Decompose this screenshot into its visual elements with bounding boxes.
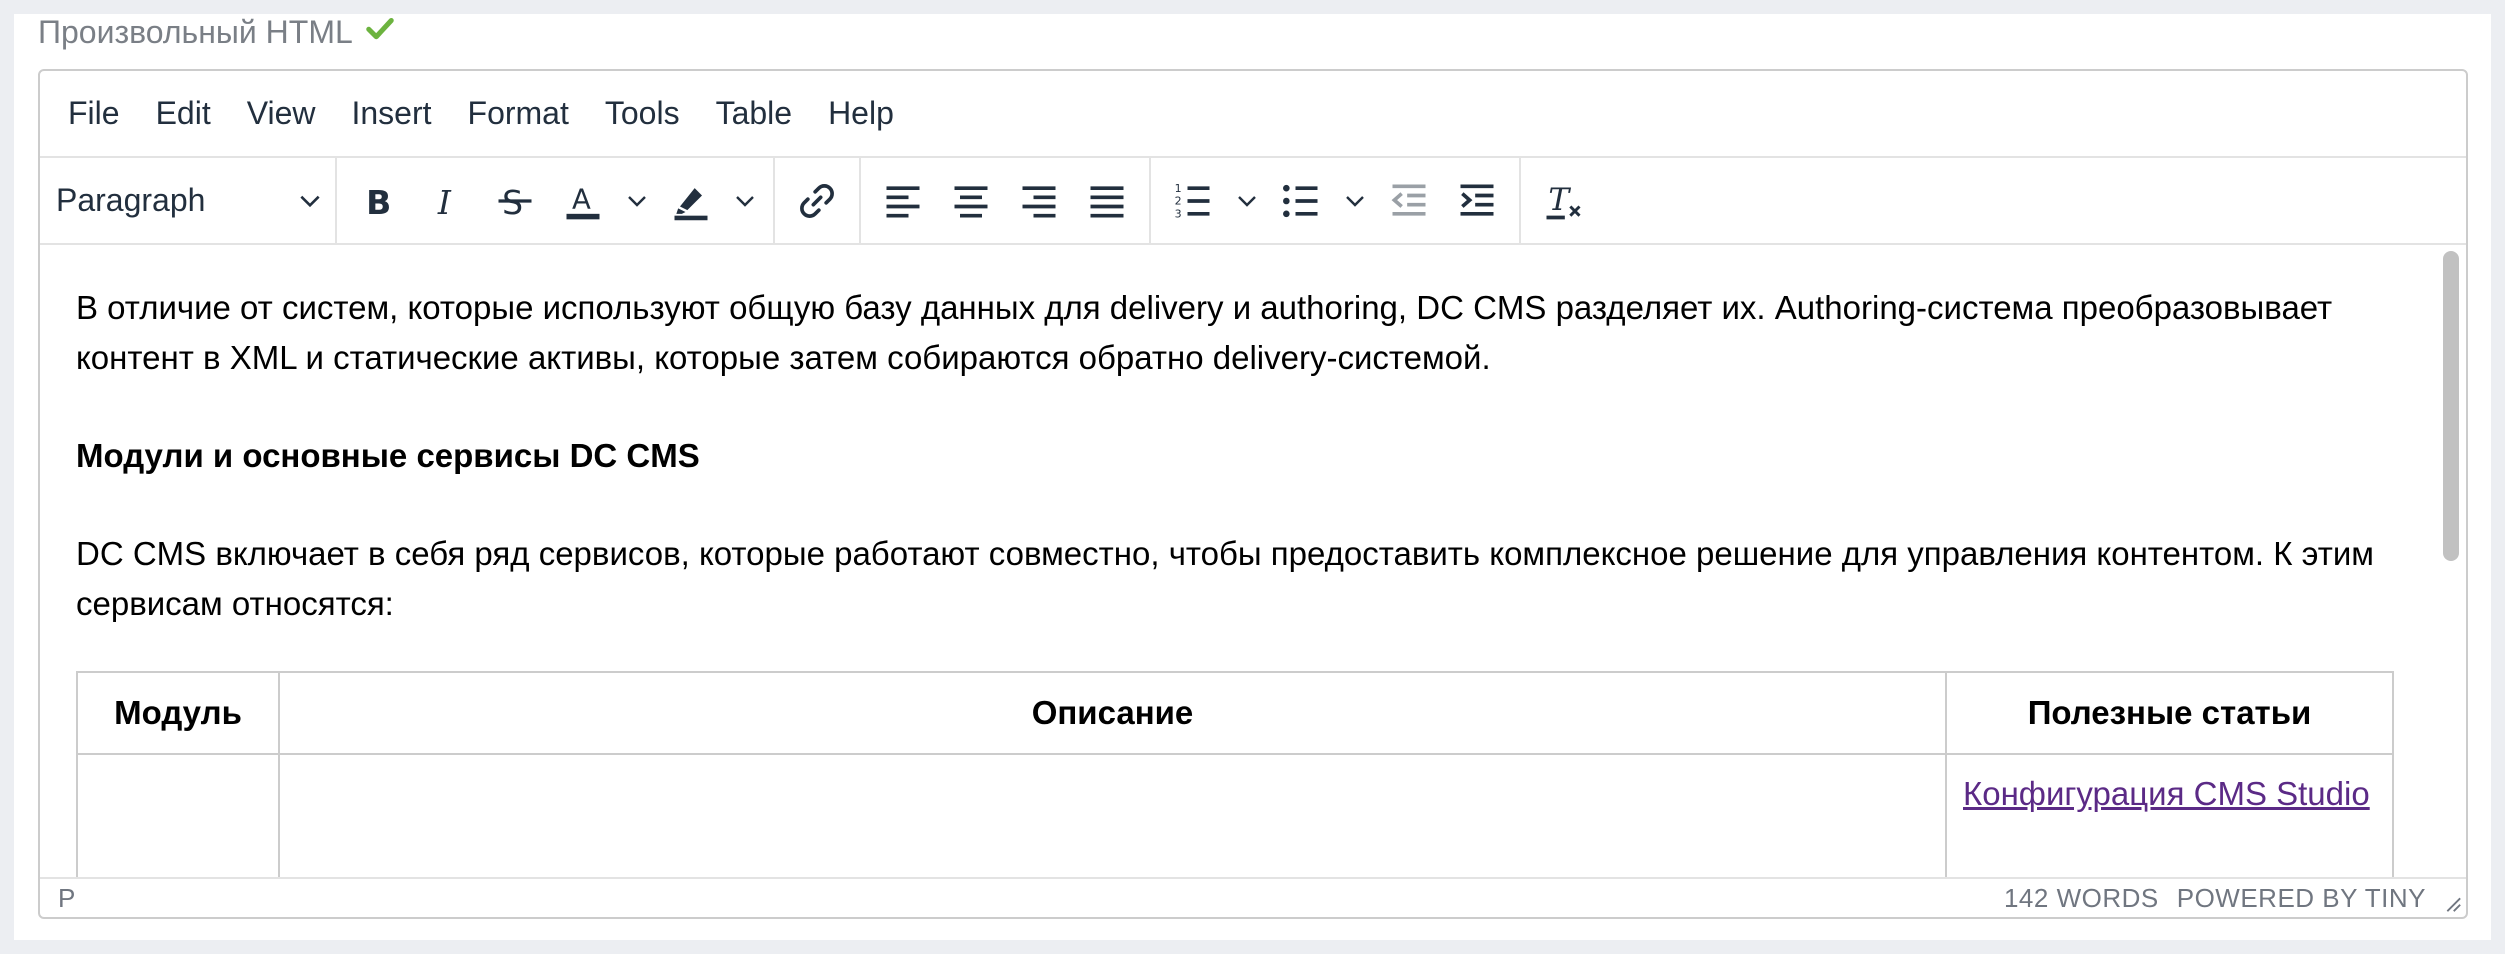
indent-button[interactable] xyxy=(1443,167,1511,235)
strikethrough-icon: S xyxy=(498,182,532,221)
svg-text:3: 3 xyxy=(1175,207,1182,220)
link-button[interactable] xyxy=(783,167,851,235)
table-cell-module xyxy=(76,753,280,877)
bullet-list-dropdown[interactable] xyxy=(1335,167,1375,235)
section-heading: Модули и основные сервисы DC CMS xyxy=(76,437,700,474)
text-color-dropdown[interactable] xyxy=(617,167,657,235)
outdent-button[interactable] xyxy=(1375,167,1443,235)
menubar: File Edit View Insert Format Tools Table… xyxy=(40,71,2466,158)
element-path[interactable]: P xyxy=(58,883,76,914)
align-left-icon xyxy=(886,185,920,217)
text-color-icon: A xyxy=(566,183,600,219)
link-group xyxy=(775,157,861,244)
paragraph-services: DC CMS включает в себя ряд сервисов, кот… xyxy=(76,535,2374,622)
scrollbar-thumb[interactable] xyxy=(2443,251,2459,561)
bold-button[interactable]: B xyxy=(345,167,413,235)
table-header-description: Описание xyxy=(278,671,1947,755)
italic-icon: I xyxy=(437,182,452,221)
bullet-list-icon xyxy=(1283,184,1318,217)
table-cell-articles: Конфигурация CMS Studio xyxy=(1945,753,2394,877)
highlight-icon xyxy=(674,187,708,220)
check-icon xyxy=(365,12,395,52)
article-link[interactable]: Конфигурация CMS Studio xyxy=(1963,775,2370,812)
table-cell-description xyxy=(278,753,1947,877)
indent-icon xyxy=(1460,184,1494,216)
clear-formatting-icon: T xyxy=(1546,182,1581,219)
chevron-down-icon xyxy=(736,195,754,207)
menu-insert[interactable]: Insert xyxy=(337,85,445,142)
bullet-list-split xyxy=(1267,167,1375,235)
block-format-group: Paragraph xyxy=(40,157,337,244)
svg-text:A: A xyxy=(572,183,591,215)
svg-text:I: I xyxy=(437,182,452,221)
highlight-split xyxy=(657,167,765,235)
numbered-list-icon: 123 xyxy=(1175,181,1210,220)
rich-text-editor: File Edit View Insert Format Tools Table… xyxy=(38,69,2468,919)
chevron-down-icon xyxy=(1238,195,1256,207)
link-icon xyxy=(800,183,834,218)
word-count[interactable]: 142 WORDS xyxy=(2004,883,2159,914)
numbered-list-button[interactable]: 123 xyxy=(1159,167,1227,235)
align-center-button[interactable] xyxy=(937,167,1005,235)
menu-view[interactable]: View xyxy=(233,85,330,142)
numbered-list-dropdown[interactable] xyxy=(1227,167,1267,235)
table-row: Конфигурация CMS Studio xyxy=(76,753,2394,877)
text-color-split: A xyxy=(549,167,657,235)
alignment-group xyxy=(861,157,1151,244)
outdent-icon xyxy=(1391,184,1426,216)
toolbar: Paragraph B I S A xyxy=(40,157,2466,245)
align-justify-icon xyxy=(1090,185,1124,217)
menu-format[interactable]: Format xyxy=(454,85,583,142)
menu-tools[interactable]: Tools xyxy=(591,85,694,142)
modules-table: Модуль Описание Полезные статьи Конфигур… xyxy=(76,671,2394,877)
align-left-button[interactable] xyxy=(869,167,937,235)
svg-text:T: T xyxy=(1548,182,1571,218)
menu-help[interactable]: Help xyxy=(814,85,908,142)
resize-handle-icon[interactable] xyxy=(2440,891,2462,913)
menu-edit[interactable]: Edit xyxy=(142,85,225,142)
block-format-select[interactable]: Paragraph xyxy=(40,182,335,219)
content-scrollbar[interactable] xyxy=(2440,251,2462,617)
list-group: 123 xyxy=(1151,157,1521,244)
highlight-dropdown[interactable] xyxy=(725,167,765,235)
paragraph-intro: В отличие от систем, которые используют … xyxy=(76,289,2333,376)
powered-by-link[interactable]: POWERED BY TINY xyxy=(2177,883,2426,914)
table-header-row: Модуль Описание Полезные статьи xyxy=(76,671,2394,755)
justify-button[interactable] xyxy=(1073,167,1141,235)
menu-table[interactable]: Table xyxy=(702,85,807,142)
clear-formatting-button[interactable]: T xyxy=(1529,167,1597,235)
statusbar: P 142 WORDS POWERED BY TINY xyxy=(40,877,2466,917)
field-label-text: Произвольный HTML xyxy=(38,14,353,50)
align-right-button[interactable] xyxy=(1005,167,1073,235)
strikethrough-button[interactable]: S xyxy=(481,167,549,235)
italic-button[interactable]: I xyxy=(413,167,481,235)
bold-icon: B xyxy=(366,182,391,221)
svg-text:B: B xyxy=(366,182,391,221)
menu-file[interactable]: File xyxy=(54,85,134,142)
chevron-down-icon xyxy=(628,195,646,207)
table-header-module: Модуль xyxy=(76,671,280,755)
text-format-group: B I S A xyxy=(337,157,775,244)
table-header-articles: Полезные статьи xyxy=(1945,671,2394,755)
text-color-button[interactable]: A xyxy=(549,167,617,235)
editor-content[interactable]: В отличие от систем, которые используют … xyxy=(40,247,2466,877)
align-right-icon xyxy=(1022,185,1056,217)
chevron-down-icon xyxy=(300,195,320,207)
chevron-down-icon xyxy=(1346,195,1364,207)
align-center-icon xyxy=(954,185,988,217)
svg-text:1: 1 xyxy=(1175,181,1182,194)
bullet-list-button[interactable] xyxy=(1267,167,1335,235)
numbered-list-split: 123 xyxy=(1159,167,1267,235)
field-label: Произвольный HTML xyxy=(38,12,395,52)
highlight-button[interactable] xyxy=(657,167,725,235)
clear-format-group: T xyxy=(1521,157,1605,244)
block-format-value: Paragraph xyxy=(56,182,206,218)
svg-text:2: 2 xyxy=(1175,194,1182,207)
